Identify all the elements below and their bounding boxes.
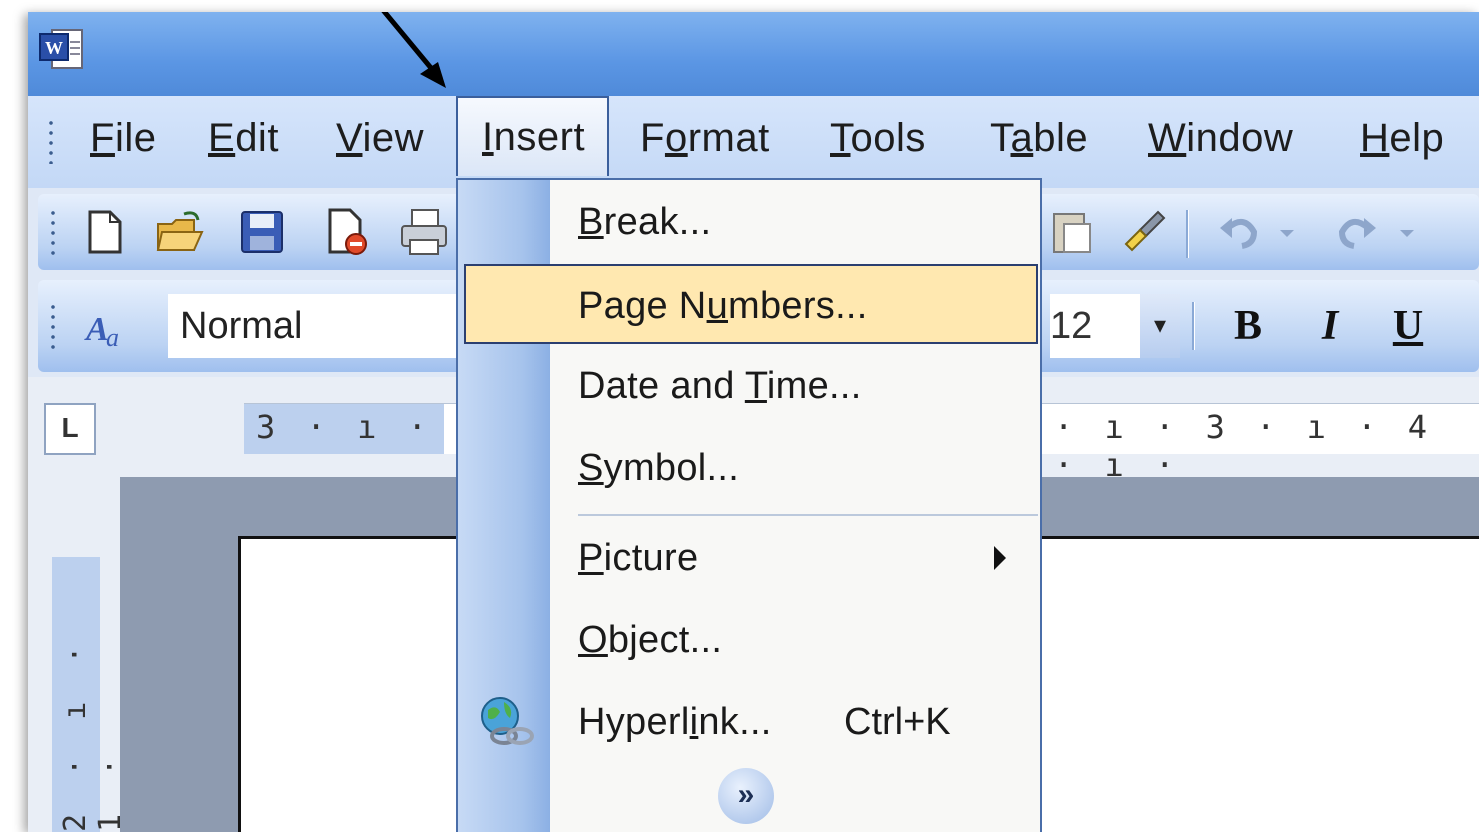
redo-dropdown-icon[interactable] <box>1392 206 1422 258</box>
menu-edit-label: dit <box>235 116 279 160</box>
menu-item-symbol[interactable]: Symbol... <box>458 428 1040 508</box>
hyperlink-globe-icon <box>481 697 534 745</box>
submenu-arrow-icon <box>994 546 1006 570</box>
menu-window-label: indow <box>1186 116 1294 160</box>
insert-menu-dropdown: Break... Page Numbers... Date and Time..… <box>456 178 1042 832</box>
italic-button[interactable]: I <box>1300 294 1360 358</box>
new-document-icon[interactable] <box>78 206 130 258</box>
menu-format-label-pre: F <box>640 116 665 160</box>
open-folder-icon[interactable] <box>154 206 206 258</box>
menu-item-hyperlink[interactable]: Hyperlink... Ctrl+K <box>458 682 1040 762</box>
menu-view-label: iew <box>362 116 424 160</box>
tab-stop-selector[interactable]: L <box>44 403 96 455</box>
toolbar-separator <box>1186 210 1189 258</box>
menu-item-break-label: Break... <box>578 201 712 243</box>
print-icon[interactable] <box>398 206 450 258</box>
menu-divider <box>578 514 1038 516</box>
vertical-ruler[interactable]: 2 · ı · 1 · <box>52 557 128 832</box>
svg-text:a: a <box>106 323 119 352</box>
expand-menu-chevron-icon[interactable]: » <box>718 768 774 824</box>
menu-item-break[interactable]: Break... <box>458 182 1040 262</box>
save-icon[interactable] <box>236 206 288 258</box>
menu-view[interactable]: View <box>332 104 428 172</box>
font-size-dropdown-icon[interactable]: ▾ <box>1140 294 1180 358</box>
menu-view-accel: V <box>336 116 363 160</box>
menu-format-accel: o <box>664 116 688 160</box>
menu-table[interactable]: Table <box>986 104 1092 172</box>
permission-icon[interactable] <box>320 206 372 258</box>
menu-item-page-numbers[interactable]: Page Numbers... <box>464 264 1038 344</box>
vertical-ruler-markings: 2 · ı · 1 · <box>58 635 128 832</box>
menu-edit[interactable]: Edit <box>204 104 283 172</box>
menu-file-accel: F <box>90 116 115 160</box>
menu-table-label-pre: T <box>990 116 1011 160</box>
menu-help[interactable]: Help <box>1356 104 1448 172</box>
menu-item-date-and-time-label: Date and Time... <box>578 365 862 407</box>
menu-table-label: ble <box>1033 116 1089 160</box>
menu-bar: File Edit View Insert Format Tools Table… <box>28 96 1479 188</box>
toolbar-separator <box>1192 302 1195 350</box>
undo-icon[interactable] <box>1214 206 1266 258</box>
menu-file-label: ile <box>114 116 157 160</box>
bold-button[interactable]: B <box>1218 294 1278 358</box>
annotation-arrow <box>381 12 446 88</box>
vertical-ruler-column: 2 · ı · 1 · <box>28 477 128 832</box>
menu-help-label: elp <box>1389 116 1445 160</box>
menu-window[interactable]: Window <box>1144 104 1297 172</box>
redo-icon[interactable] <box>1330 206 1382 258</box>
svg-text:W: W <box>45 38 63 58</box>
underline-button[interactable]: U <box>1378 294 1438 358</box>
toolbar-grip[interactable] <box>50 208 56 256</box>
word-app-icon[interactable]: W <box>38 26 88 74</box>
menu-item-picture-label: Picture <box>578 537 699 579</box>
paste-icon[interactable] <box>1046 206 1098 258</box>
menu-item-page-numbers-label: Page Numbers... <box>578 285 868 327</box>
menu-item-picture[interactable]: Picture <box>458 518 1040 598</box>
svg-text:A: A <box>84 311 109 348</box>
menu-insert-label: nsert <box>493 115 586 159</box>
menu-edit-accel: E <box>208 116 236 160</box>
ruler-right-markings: · ı · 3 · ı · 4 · ı · <box>1054 408 1433 484</box>
styles-pane-icon[interactable]: A a <box>84 302 136 354</box>
format-painter-icon[interactable] <box>1118 206 1170 258</box>
menu-format[interactable]: Format <box>636 104 774 172</box>
style-combobox[interactable]: Normal <box>168 294 480 358</box>
menu-item-symbol-label: Symbol... <box>578 447 740 489</box>
undo-dropdown-icon[interactable] <box>1272 206 1302 258</box>
menu-tools-accel: T <box>830 116 851 160</box>
menu-help-accel: H <box>1360 116 1390 160</box>
menu-tools-label: ools <box>850 116 926 160</box>
menu-item-object-label: Object... <box>578 619 723 661</box>
menu-item-hyperlink-shortcut: Ctrl+K <box>844 701 951 743</box>
menu-item-hyperlink-label: Hyperlink... <box>578 701 772 743</box>
formatting-toolbar-grip[interactable] <box>50 302 56 350</box>
menu-item-object[interactable]: Object... <box>458 600 1040 680</box>
menu-window-accel: W <box>1148 116 1187 160</box>
menu-tools[interactable]: Tools <box>826 104 930 172</box>
title-bar: W <box>28 12 1479 96</box>
font-size-combobox[interactable]: 12 <box>1050 294 1150 358</box>
menu-insert-accel: I <box>482 115 494 159</box>
menubar-grip[interactable] <box>48 118 54 164</box>
ruler-left-markings: 3 · ı · 2 <box>256 408 484 446</box>
menu-format-label: rmat <box>687 116 770 160</box>
menu-table-accel: a <box>1010 116 1034 160</box>
menu-file[interactable]: File <box>86 104 160 172</box>
menu-item-date-and-time[interactable]: Date and Time... <box>458 346 1040 426</box>
